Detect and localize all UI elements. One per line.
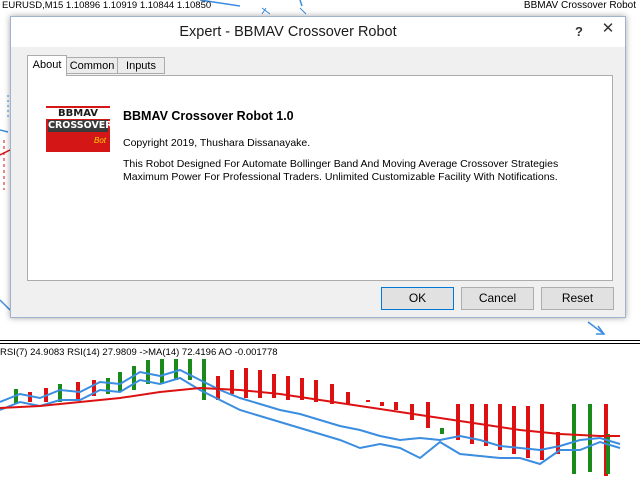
help-button[interactable]: ? bbox=[575, 24, 583, 39]
chart-header: EURUSD,M15 1.10896 1.10919 1.10844 1.108… bbox=[2, 0, 212, 11]
ok-button[interactable]: OK bbox=[381, 287, 454, 310]
histogram-bar bbox=[526, 406, 530, 458]
description-line-1: This Robot Designed For Automate Bolling… bbox=[123, 158, 559, 170]
histogram-bar bbox=[76, 382, 80, 399]
dialog-titlebar[interactable]: Expert - BBMAV Crossover Robot ? ✕ bbox=[11, 17, 625, 47]
cancel-button[interactable]: Cancel bbox=[461, 287, 534, 310]
ma-line-fragment bbox=[0, 149, 11, 156]
about-panel: BBMAV CROSSOVER Bot BBMAV Crossover Robo… bbox=[27, 75, 613, 281]
arrow-mark bbox=[596, 325, 606, 335]
robot-label: BBMAV Crossover Robot bbox=[523, 0, 636, 11]
arrow-mark bbox=[587, 321, 605, 335]
histogram-bar bbox=[132, 366, 136, 390]
histogram-bar bbox=[456, 404, 460, 440]
histogram-bar bbox=[346, 392, 350, 404]
histogram-bar bbox=[440, 428, 444, 434]
histogram-bar bbox=[394, 402, 398, 410]
logo-line1: BBMAV bbox=[46, 108, 110, 119]
tab-inputs[interactable]: Inputs bbox=[117, 57, 165, 74]
histogram-bar bbox=[410, 404, 414, 420]
logo-line3: Bot bbox=[93, 136, 106, 145]
copyright-text: Copyright 2019, Thushara Dissanayake. bbox=[123, 137, 311, 149]
indicator-pane[interactable] bbox=[0, 344, 640, 480]
band-line-fragment bbox=[0, 129, 9, 133]
histogram-bar bbox=[366, 400, 370, 402]
tab-about[interactable]: About bbox=[27, 55, 67, 76]
arrow-mark bbox=[299, 7, 307, 15]
product-logo: BBMAV CROSSOVER Bot bbox=[46, 106, 110, 152]
close-button[interactable]: ✕ bbox=[594, 19, 622, 39]
histogram-bar bbox=[258, 370, 262, 398]
band-line-fragment bbox=[299, 0, 303, 7]
logo-line2: CROSSOVER bbox=[48, 120, 110, 132]
expert-dialog: Expert - BBMAV Crossover Robot ? ✕ About… bbox=[10, 16, 626, 318]
dialog-title: Expert - BBMAV Crossover Robot bbox=[179, 24, 397, 40]
product-title: BBMAV Crossover Robot 1.0 bbox=[123, 109, 294, 123]
indicator-label: RSI(7) 24.9083 RSI(14) 27.9809 ->MA(14) … bbox=[0, 347, 278, 359]
band-line-fragment bbox=[0, 299, 11, 311]
reset-button[interactable]: Reset bbox=[541, 287, 614, 310]
histogram-bar bbox=[572, 404, 576, 474]
tab-common[interactable]: Common bbox=[66, 57, 118, 74]
histogram-bar bbox=[380, 402, 384, 406]
histogram-bar bbox=[244, 368, 248, 398]
arrow-mark bbox=[261, 7, 271, 15]
description-line-2: Maximum Power For Professional Traders. … bbox=[123, 171, 558, 183]
histogram-bar bbox=[174, 358, 178, 380]
